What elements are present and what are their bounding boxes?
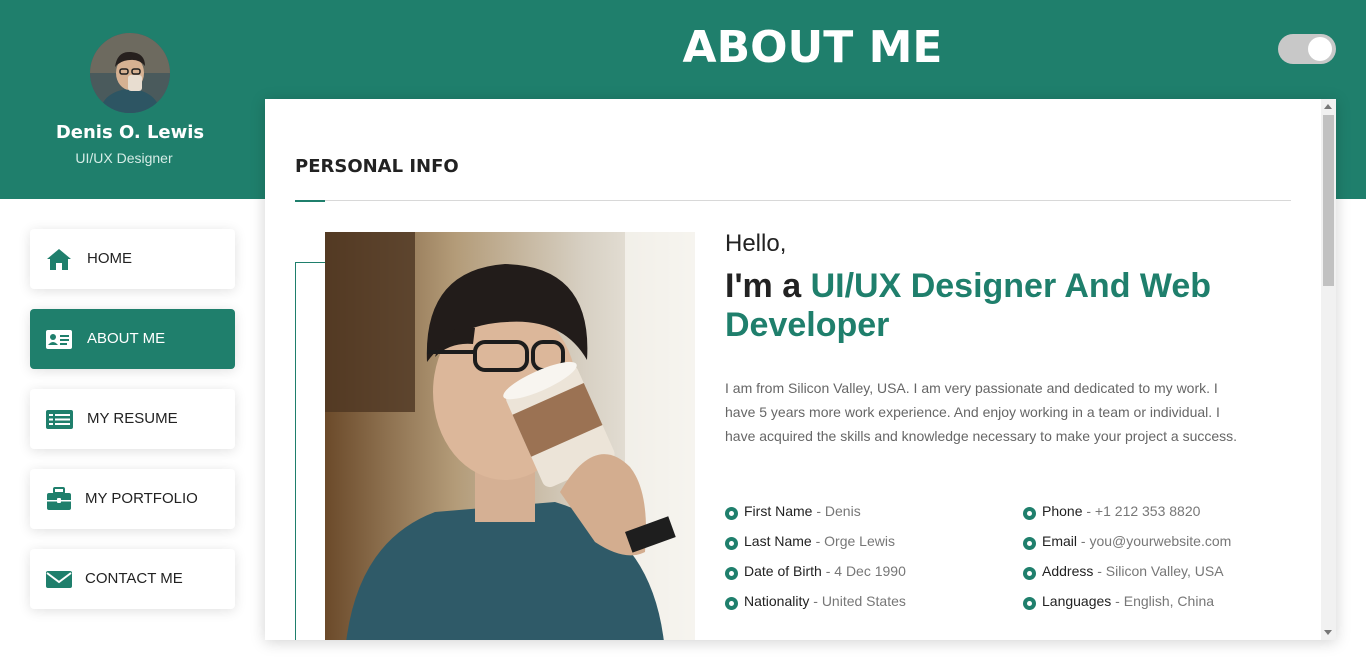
scroll-thumb[interactable]	[1323, 115, 1334, 286]
list-icon	[46, 410, 73, 429]
id-card-icon	[46, 330, 72, 349]
sidebar-item-label: ABOUT ME	[87, 330, 166, 347]
content-panel: PERSONAL INFO Hello, I'm a UI/UX Designe…	[265, 99, 1336, 640]
greeting-text: Hello,	[725, 230, 787, 257]
profile-card: Denis O. Lewis UI/UX Designer	[0, 0, 260, 199]
profile-photo	[325, 232, 695, 640]
info-label: Languages	[1042, 593, 1112, 609]
bullet-icon	[1023, 537, 1036, 550]
sidebar-item-contact-me[interactable]: CONTACT ME	[30, 549, 235, 609]
info-value: - you@yourwebsite.com	[1077, 533, 1232, 549]
profile-photo-image	[325, 232, 695, 640]
toggle-knob	[1308, 37, 1332, 61]
page-title: ABOUT ME	[682, 22, 943, 73]
sidebar-item-about-me[interactable]: ABOUT ME	[30, 309, 235, 369]
panel-scrollbar[interactable]	[1321, 99, 1336, 640]
bio-text: I am from Silicon Valley, USA. I am very…	[725, 380, 1238, 444]
bullet-icon	[725, 567, 738, 580]
bullet-icon	[725, 537, 738, 550]
info-value: - Denis	[812, 503, 861, 519]
bullet-icon	[1023, 507, 1036, 520]
info-label: Address	[1042, 563, 1094, 579]
info-value: - 4 Dec 1990	[821, 563, 906, 579]
section-title: PERSONAL INFO	[295, 156, 459, 177]
sidebar-item-label: MY PORTFOLIO	[85, 490, 198, 507]
info-label: Nationality	[744, 593, 810, 609]
info-value: - Orge Lewis	[811, 533, 895, 549]
bullet-icon	[725, 597, 738, 610]
scroll-up-icon[interactable]	[1324, 104, 1332, 109]
avatar	[90, 33, 170, 113]
profile-role: UI/UX Designer	[75, 150, 173, 166]
home-icon	[47, 249, 71, 270]
avatar-image	[90, 33, 170, 113]
section-divider-accent	[295, 200, 325, 202]
personal-info-left: First Name - Denis Last Name - Orge Lewi…	[725, 503, 1005, 623]
sidebar-item-my-resume[interactable]: MY RESUME	[30, 389, 235, 449]
sidebar-item-home[interactable]: HOME	[30, 229, 235, 289]
info-row-languages: Languages - English, China	[1023, 593, 1303, 623]
scroll-down-icon[interactable]	[1324, 630, 1332, 635]
intro-prefix: I'm a	[725, 267, 811, 305]
intro-headline: I'm a UI/UX Designer And Web Developer	[725, 267, 1245, 345]
bullet-icon	[1023, 597, 1036, 610]
personal-info-right: Phone - +1 212 353 8820 Email - you@your…	[1023, 503, 1303, 623]
sidebar-item-label: CONTACT ME	[85, 570, 183, 587]
info-row-date-of-birth: Date of Birth - 4 Dec 1990	[725, 563, 1005, 593]
section-divider	[295, 200, 1291, 201]
info-label: Phone	[1042, 503, 1083, 519]
bullet-icon	[1023, 567, 1036, 580]
info-row-phone: Phone - +1 212 353 8820	[1023, 503, 1303, 533]
info-label: First Name	[744, 503, 813, 519]
info-value: - English, China	[1111, 593, 1215, 609]
bullet-icon	[725, 507, 738, 520]
envelope-icon	[46, 571, 72, 588]
info-row-address: Address - Silicon Valley, USA	[1023, 563, 1303, 593]
info-label: Email	[1042, 533, 1078, 549]
sidebar-nav: HOME ABOUT ME MY RESUME MY PORTFOLIO CON…	[30, 229, 235, 629]
info-row-email: Email - you@yourwebsite.com	[1023, 533, 1303, 563]
sidebar-item-label: HOME	[87, 250, 132, 267]
info-label: Last Name	[744, 533, 812, 549]
profile-name: Denis O. Lewis	[55, 122, 205, 143]
info-row-last-name: Last Name - Orge Lewis	[725, 533, 1005, 563]
info-row-nationality: Nationality - United States	[725, 593, 1005, 623]
sidebar-item-my-portfolio[interactable]: MY PORTFOLIO	[30, 469, 235, 529]
info-label: Date of Birth	[744, 563, 822, 579]
info-value: - +1 212 353 8820	[1082, 503, 1201, 519]
sidebar-item-label: MY RESUME	[87, 410, 178, 427]
info-value: - Silicon Valley, USA	[1093, 563, 1224, 579]
theme-toggle[interactable]	[1278, 34, 1336, 64]
info-value: - United States	[809, 593, 906, 609]
briefcase-icon	[47, 487, 71, 510]
info-row-first-name: First Name - Denis	[725, 503, 1005, 533]
